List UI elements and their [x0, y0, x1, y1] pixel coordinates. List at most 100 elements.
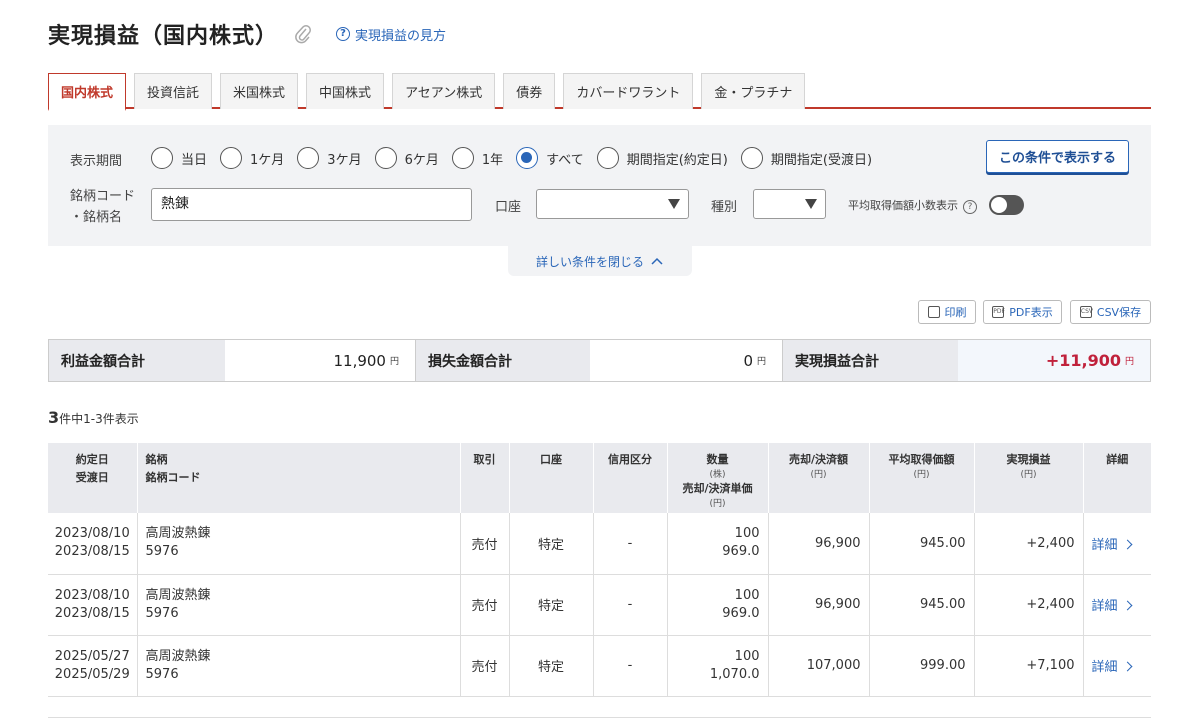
- realized-total-cell: 実現損益合計 +11,900 円: [783, 340, 1150, 381]
- period-custom-trade-date-radio[interactable]: 期間指定(約定日): [596, 147, 728, 169]
- tab-asean-stocks[interactable]: アセアン株式: [392, 73, 496, 109]
- header-avg-cost: 平均取得価額 (円): [869, 443, 975, 513]
- period-label: 表示期間: [70, 154, 123, 169]
- tab-mutual-funds[interactable]: 投資信託: [134, 73, 213, 109]
- stock-name: 高周波熱錬: [145, 526, 211, 542]
- radio-circle: [740, 147, 763, 169]
- help-link[interactable]: ? 実現損益の見方: [336, 25, 446, 44]
- radio-label: すべて: [546, 152, 584, 168]
- stock-code: 5976: [145, 666, 179, 682]
- type-select[interactable]: [753, 189, 826, 219]
- unit-price: 969.0: [722, 544, 760, 560]
- margin-type: -: [593, 513, 668, 575]
- detail-label: 詳細: [1091, 599, 1118, 614]
- account-select[interactable]: [536, 189, 689, 219]
- chevron-right-icon: [1122, 539, 1132, 550]
- avg-cost: 945.00: [869, 513, 975, 575]
- trade-type: 売付: [460, 513, 510, 575]
- realized-pl: +2,400: [974, 574, 1084, 636]
- detail-link[interactable]: 詳細: [1091, 599, 1132, 614]
- period-1year-radio[interactable]: 1年: [451, 147, 504, 169]
- detail-cell: 詳細: [1083, 635, 1151, 697]
- profit-total-value: 11,900: [333, 351, 386, 370]
- header-amount: 売却/決済額 (円): [768, 443, 870, 513]
- margin-type: -: [593, 635, 668, 697]
- trade-date: 2023/08/10: [54, 587, 130, 603]
- quantity: 100: [734, 587, 760, 603]
- chevron-right-icon: [1122, 661, 1132, 672]
- filter-panel: 表示期間 当日 1ケ月 3ケ月 6ケ月 1年 すべて 期間指定(約定日) 期間指…: [48, 125, 1151, 246]
- radio-circle: [596, 147, 619, 169]
- tab-gold-platinum[interactable]: 金・プラチナ: [701, 73, 806, 109]
- settle-date: 2023/08/15: [54, 605, 130, 621]
- csv-button[interactable]: CSV CSV保存: [1070, 300, 1151, 324]
- profit-total-cell: 利益金額合計 11,900 円: [49, 340, 416, 381]
- collapse-conditions-button[interactable]: 詳しい条件を閉じる: [508, 246, 692, 276]
- print-button[interactable]: 印刷: [918, 300, 976, 324]
- table-row: 2025/05/27 2025/05/29 高周波熱錬 5976 売付 特定 - 1…: [48, 635, 1151, 697]
- radio-circle: [297, 147, 320, 169]
- period-custom-settle-date-radio[interactable]: 期間指定(受渡日): [740, 147, 872, 169]
- radio-label: 3ケ月: [327, 152, 362, 168]
- yen-unit: 円: [1124, 357, 1134, 367]
- detail-link[interactable]: 詳細: [1092, 538, 1132, 553]
- profit-total-label: 利益金額合計: [49, 340, 225, 381]
- tab-domestic-stocks[interactable]: 国内株式: [48, 73, 127, 111]
- decimal-display-toggle[interactable]: [989, 195, 1024, 215]
- header-stock-code: 銘柄コード: [145, 471, 201, 484]
- stock-search-input[interactable]: 熱錬: [151, 188, 472, 221]
- radio-label: 期間指定(約定日): [626, 152, 728, 168]
- stock-name: 高周波熱錬: [145, 587, 211, 603]
- header-margin: 信用区分: [593, 443, 668, 513]
- period-6month-radio[interactable]: 6ケ月: [374, 147, 439, 169]
- pdf-button[interactable]: PDF PDF表示: [983, 300, 1062, 324]
- loss-total-value: 0: [743, 351, 753, 370]
- profit-total-value-box: 11,900 円: [225, 340, 416, 381]
- radio-label: 当日: [181, 152, 208, 168]
- pdf-label: PDF表示: [1009, 306, 1053, 319]
- qty-price-cell: 100 1,070.0: [667, 635, 769, 697]
- apply-filter-button[interactable]: この条件で表示する: [986, 140, 1129, 173]
- info-icon[interactable]: ?: [963, 200, 977, 214]
- question-icon: ?: [336, 27, 351, 41]
- account-type: 特定: [509, 635, 594, 697]
- detail-label: 詳細: [1091, 660, 1118, 675]
- tab-bonds[interactable]: 債券: [503, 73, 556, 109]
- code-label-line2: ・銘柄名: [70, 210, 123, 225]
- header-trade: 取引: [460, 443, 510, 513]
- period-3month-radio[interactable]: 3ケ月: [297, 147, 362, 169]
- realized-total-value: +11,900: [1045, 351, 1121, 370]
- trade-date: 2025/05/27: [54, 648, 130, 664]
- period-1month-radio[interactable]: 1ケ月: [220, 147, 284, 169]
- print-label: 印刷: [944, 306, 967, 319]
- qty-price-cell: 100 969.0: [667, 574, 769, 636]
- avg-cost: 999.00: [869, 635, 975, 697]
- radio-circle: [220, 147, 243, 169]
- amount: 96,900: [768, 574, 870, 636]
- period-radio-group: 当日 1ケ月 3ケ月 6ケ月 1年 すべて 期間指定(約定日) 期間指定(受渡日…: [151, 147, 885, 169]
- tab-covered-warrants[interactable]: カバードワラント: [563, 73, 694, 109]
- detail-cell: 詳細: [1083, 574, 1151, 636]
- period-today-radio[interactable]: 当日: [151, 147, 207, 169]
- account-type: 特定: [509, 513, 594, 575]
- header-trade-date: 約定日: [75, 453, 109, 466]
- tab-china-stocks[interactable]: 中国株式: [306, 73, 385, 109]
- radio-label: 1年: [481, 152, 504, 168]
- amount: 107,000: [768, 635, 870, 697]
- header-detail: 詳細: [1083, 443, 1151, 513]
- stock-cell: 高周波熱錬 5976: [137, 574, 461, 636]
- csv-label: CSV保存: [1096, 306, 1142, 319]
- radio-label: 6ケ月: [404, 152, 439, 168]
- loss-total-value-box: 0円: [590, 340, 783, 381]
- detail-link[interactable]: 詳細: [1091, 660, 1132, 675]
- quantity: 100: [734, 648, 760, 664]
- stock-code: 5976: [145, 544, 179, 560]
- table-row: 2023/08/10 2023/08/15 高周波熱錬 5976 売付 特定 - 1…: [48, 513, 1151, 575]
- settle-date: 2023/08/15: [54, 544, 130, 560]
- header-qty-price: 数量 (株) 売却/決済単価 (円): [667, 443, 769, 513]
- tab-us-stocks[interactable]: 米国株式: [220, 73, 299, 109]
- account-type: 特定: [509, 574, 594, 636]
- paperclip-icon[interactable]: [294, 24, 312, 44]
- period-all-radio[interactable]: すべて: [516, 147, 584, 169]
- header-amount-unit: (円): [810, 470, 827, 480]
